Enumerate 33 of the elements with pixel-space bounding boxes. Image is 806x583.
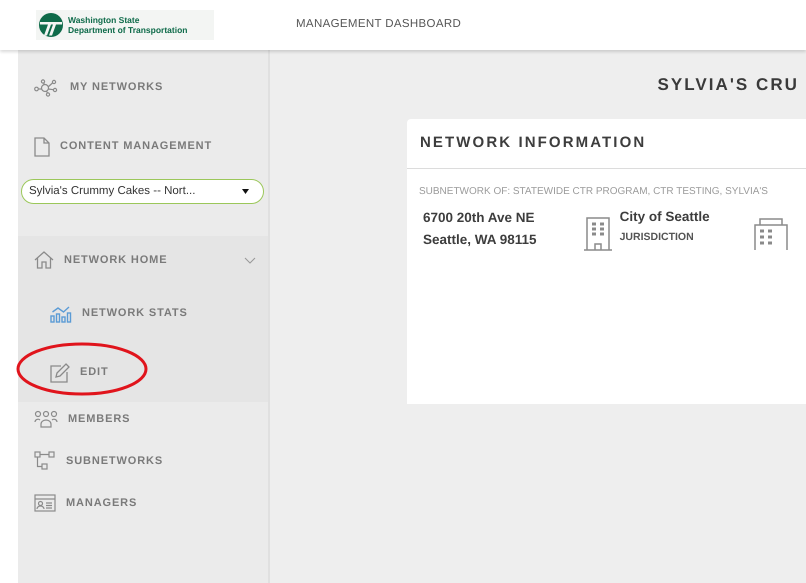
address-text: Seattle, WA 98115 [423,231,537,249]
bar-chart-icon [50,304,72,322]
address-text: 6700 20th Ave NE [423,209,536,227]
nav-link[interactable]: SUBNETWORKS [34,451,164,471]
chevron-icon[interactable] [244,256,256,264]
nav-link[interactable]: NETWORK HOME [34,251,168,269]
id-card-icon [34,494,56,512]
hierarchy-icon [34,451,56,471]
office-building-icon [754,217,788,251]
network-heading: SYLVIA'S CRU [657,74,799,96]
card-title: NETWORK INFORMATION [420,133,646,154]
dropdown-caret-icon [242,189,249,194]
people-icon [34,410,58,428]
nav-link[interactable]: CONTENT MANAGEMENT [34,136,212,156]
logo[interactable]: Washington State Department of Transportation [36,10,214,40]
network-icon [34,78,60,96]
page-title: MANAGEMENT DASHBOARD [296,17,462,32]
building-icon [582,217,613,251]
nav-link[interactable]: NETWORK STATS [50,304,188,322]
document-icon [34,136,50,156]
jurisdiction-label: JURISDICTION [620,230,695,245]
nav-link[interactable]: MY NETWORKS [34,78,164,96]
edit-icon [50,362,70,382]
logo-text: Washington State [68,15,140,25]
logo-icon [38,12,64,38]
jurisdiction-name: City of Seattle [620,208,710,226]
logo-text: Department of Transportation [68,25,188,35]
nav-link[interactable]: EDIT [50,362,109,382]
home-icon [34,251,54,269]
network-select[interactable]: Sylvia's Crummy Cakes -- Nort... [21,179,264,204]
nav-link[interactable]: MANAGERS [34,494,138,512]
nav-link[interactable]: MEMBERS [34,410,130,428]
subnetwork-text: SUBNETWORK OF: STATEWIDE CTR PROGRAM, CTR TESTING, SYLVIA'S [418,185,769,199]
